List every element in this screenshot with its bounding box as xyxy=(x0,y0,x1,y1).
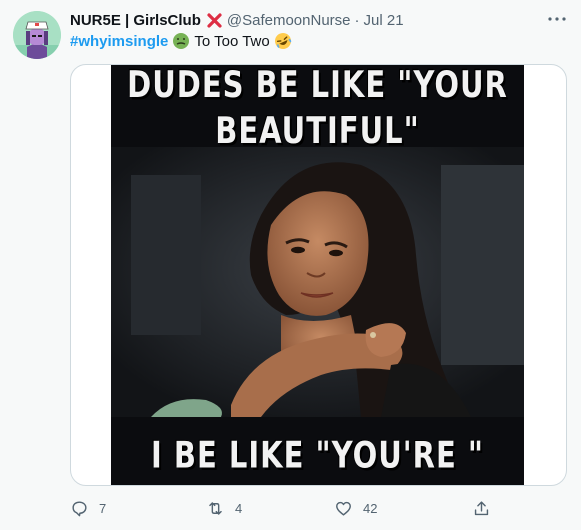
rofl-emoji xyxy=(274,32,292,50)
share-icon xyxy=(474,500,489,515)
meme-bottom-text: I BE LIKE "YOU'RE " xyxy=(150,433,485,477)
reply-icon xyxy=(72,500,87,516)
avatar[interactable] xyxy=(13,11,61,59)
retweet-count: 4 xyxy=(235,500,243,516)
more-icon[interactable] xyxy=(546,10,568,28)
separator-dot: · xyxy=(354,11,360,29)
meme-top-text: DUDES BE LIKE "YOUR BEAUTIFUL" xyxy=(111,65,524,154)
cross-mark-icon xyxy=(206,12,223,29)
meme-image[interactable]: DUDES BE LIKE "YOUR BEAUTIFUL" I BE LIKE… xyxy=(111,65,524,485)
tweet-text: #whyimsingle To Too Two xyxy=(70,32,296,50)
nauseated-face-emoji xyxy=(172,32,190,50)
hashtag-link[interactable]: #whyimsingle xyxy=(70,33,168,50)
tweet-actions: 7 4 42 xyxy=(70,496,565,520)
like-button[interactable]: 42 xyxy=(334,496,377,520)
reply-button[interactable]: 7 xyxy=(70,496,106,520)
retweet-button[interactable]: 4 xyxy=(206,496,242,520)
meme-top-line1: DUDES BE LIKE "YOUR xyxy=(127,65,508,106)
like-icon xyxy=(336,501,351,516)
like-count: 42 xyxy=(363,500,378,516)
share-button[interactable] xyxy=(472,496,501,520)
tweet[interactable]: NUR5E | GirlsClub @SafemoonNurse · Jul 2… xyxy=(0,0,581,530)
tweet-time[interactable]: Jul 21 xyxy=(364,12,404,29)
reply-count: 7 xyxy=(99,500,107,516)
meme-top-line2: BEAUTIFUL" xyxy=(215,109,420,152)
tweet-body-text: To Too Two xyxy=(194,32,270,50)
display-name[interactable]: NUR5E | GirlsClub xyxy=(70,12,201,29)
tweet-media[interactable]: DUDES BE LIKE "YOUR BEAUTIFUL" I BE LIKE… xyxy=(70,64,567,486)
tweet-header: NUR5E | GirlsClub @SafemoonNurse · Jul 2… xyxy=(70,10,404,30)
retweet-icon xyxy=(209,501,222,515)
user-handle[interactable]: @SafemoonNurse xyxy=(227,12,351,29)
